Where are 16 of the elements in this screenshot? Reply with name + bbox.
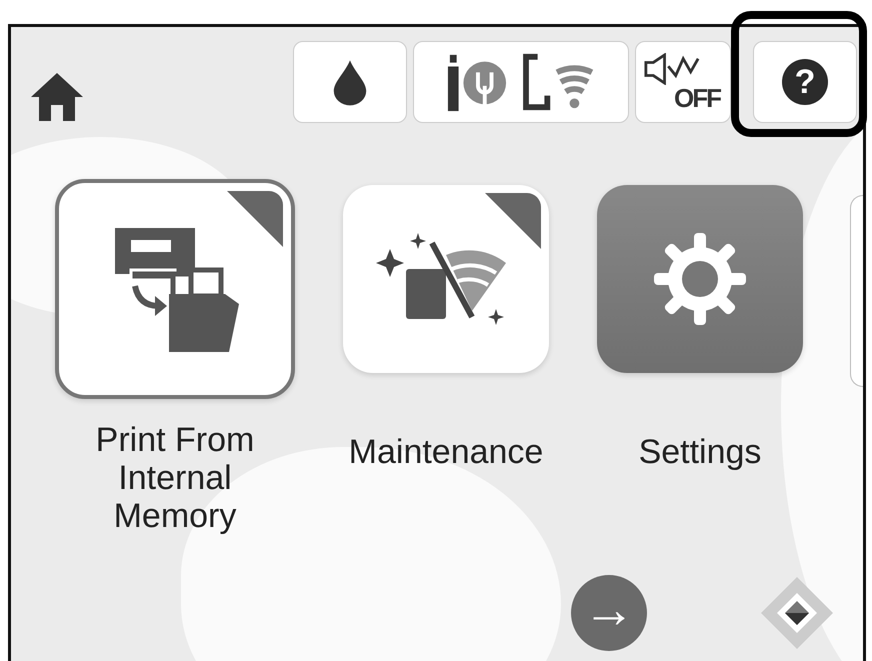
ink-drop-icon [332,58,368,106]
app-tile[interactable] [343,185,549,373]
next-page-button[interactable]: → [571,575,647,651]
sound-button[interactable]: OFF [635,41,731,123]
app-label: Settings [638,433,762,471]
home-icon[interactable] [29,71,85,123]
sound-off-label: OFF [674,85,720,111]
network-status-button[interactable] [413,41,629,123]
app-label: Print From Internal Memory [94,421,256,535]
ink-button[interactable] [293,41,407,123]
help-button[interactable]: ? [753,41,857,123]
app-tile[interactable] [55,179,295,399]
app-tile[interactable] [597,185,803,373]
speaker-icon [644,53,700,85]
help-icon: ? [782,59,828,105]
app-label: Maintenance [348,433,544,471]
